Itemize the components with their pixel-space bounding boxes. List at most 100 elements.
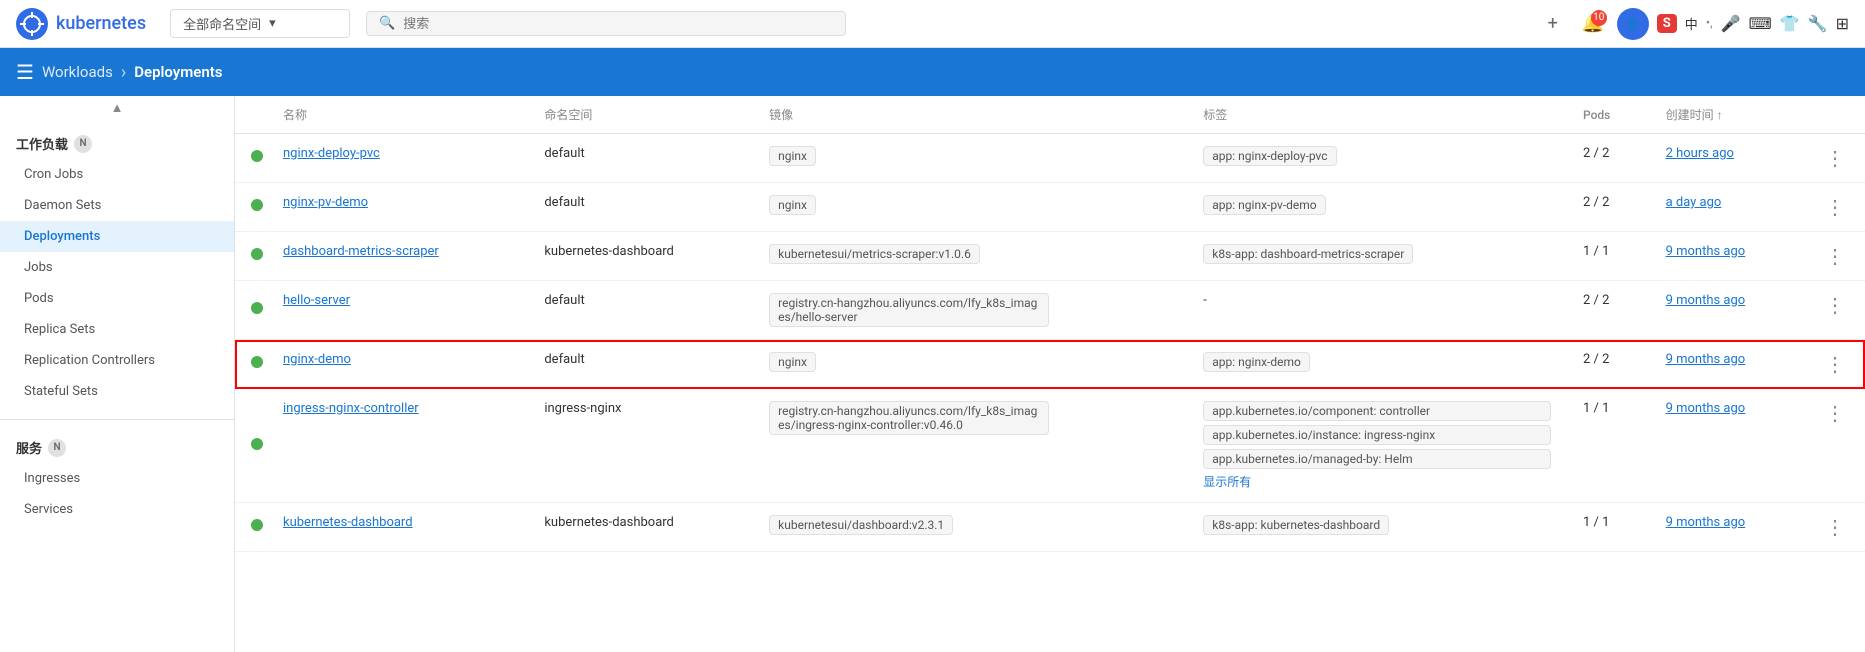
- th-time[interactable]: 创建时间 ↑: [1650, 96, 1805, 134]
- mic-icon: 🎤: [1721, 14, 1741, 33]
- pods-cell: 2 / 2: [1567, 183, 1650, 232]
- notification-button[interactable]: 🔔 10: [1577, 8, 1609, 40]
- deployment-name-link[interactable]: kubernetes-dashboard: [283, 515, 413, 530]
- name-cell: nginx-demo: [267, 340, 528, 389]
- sidebar-item-daemon-sets[interactable]: Daemon Sets: [0, 190, 234, 221]
- service-section-label: 服务: [16, 438, 42, 457]
- name-cell: nginx-deploy-pvc: [267, 134, 528, 183]
- namespace-selector[interactable]: 全部命名空间 ▾: [170, 9, 350, 38]
- image-badge: registry.cn-hangzhou.aliyuncs.com/lfy_k8…: [769, 293, 1049, 327]
- more-cell: ⋮: [1805, 503, 1865, 552]
- namespace-cell: default: [528, 183, 753, 232]
- status-cell: [235, 232, 267, 281]
- user-avatar[interactable]: 👤: [1617, 8, 1649, 40]
- more-actions-button[interactable]: ⋮: [1821, 348, 1849, 380]
- sogou-dots: •,: [1706, 16, 1713, 31]
- th-image[interactable]: 镜像: [753, 96, 1187, 134]
- time-value[interactable]: 9 months ago: [1666, 244, 1746, 259]
- th-namespace[interactable]: 命名空间: [528, 96, 753, 134]
- more-actions-button[interactable]: ⋮: [1821, 397, 1849, 429]
- th-labels[interactable]: 标签: [1187, 96, 1567, 134]
- more-cell: ⋮: [1805, 389, 1865, 503]
- pods-cell: 2 / 2: [1567, 134, 1650, 183]
- more-actions-button[interactable]: ⋮: [1821, 511, 1849, 543]
- status-cell: [235, 281, 267, 340]
- deployment-name-link[interactable]: ingress-nginx-controller: [283, 401, 419, 416]
- status-cell: [235, 340, 267, 389]
- logo-text: kubernetes: [56, 13, 146, 34]
- breadcrumb-workloads[interactable]: Workloads: [42, 63, 113, 81]
- namespace-cell: kubernetes-dashboard: [528, 503, 753, 552]
- breadcrumb-bar: ☰ Workloads › Deployments: [0, 48, 1865, 96]
- deployment-name-link[interactable]: dashboard-metrics-scraper: [283, 244, 439, 259]
- time-cell: 9 months ago: [1650, 389, 1805, 503]
- more-actions-button[interactable]: ⋮: [1821, 142, 1849, 174]
- sidebar-item-pods[interactable]: Pods: [0, 283, 234, 314]
- table-row: ingress-nginx-controller ingress-nginx r…: [235, 389, 1865, 503]
- table-row: kubernetes-dashboard kubernetes-dashboar…: [235, 503, 1865, 552]
- service-section-header: 服务 N: [0, 432, 234, 463]
- th-name[interactable]: 名称: [267, 96, 528, 134]
- more-actions-button[interactable]: ⋮: [1821, 240, 1849, 272]
- status-dot: [251, 519, 263, 531]
- image-badge: nginx: [769, 352, 816, 372]
- time-cell: 9 months ago: [1650, 340, 1805, 389]
- deployment-name-link[interactable]: nginx-demo: [283, 352, 351, 367]
- time-value[interactable]: 9 months ago: [1666, 401, 1746, 416]
- pods-cell: 2 / 2: [1567, 281, 1650, 340]
- image-cell: nginx: [753, 134, 1187, 183]
- sidebar-item-replication-controllers[interactable]: Replication Controllers: [0, 345, 234, 376]
- show-all-link[interactable]: 显示所有: [1203, 473, 1551, 490]
- deployment-name-link[interactable]: nginx-pv-demo: [283, 195, 368, 210]
- label-badge: k8s-app: kubernetes-dashboard: [1203, 515, 1389, 535]
- name-cell: ingress-nginx-controller: [267, 389, 528, 503]
- search-input[interactable]: [403, 16, 833, 31]
- sidebar-item-jobs[interactable]: Jobs: [0, 252, 234, 283]
- label-badge: app: nginx-deploy-pvc: [1203, 146, 1336, 166]
- th-pods[interactable]: Pods: [1567, 96, 1650, 134]
- sidebar-item-deployments[interactable]: Deployments: [0, 221, 234, 252]
- table-row: nginx-deploy-pvc default nginx app: ngin…: [235, 134, 1865, 183]
- sidebar-item-replica-sets[interactable]: Replica Sets: [0, 314, 234, 345]
- image-badge: nginx: [769, 146, 816, 166]
- more-actions-button[interactable]: ⋮: [1821, 191, 1849, 223]
- time-value[interactable]: 9 months ago: [1666, 352, 1746, 367]
- add-button[interactable]: +: [1537, 8, 1569, 40]
- pods-cell: 2 / 2: [1567, 340, 1650, 389]
- status-cell: [235, 134, 267, 183]
- sidebar: ▲ 工作负载 N Cron Jobs Daemon Sets Deploymen…: [0, 96, 235, 652]
- namespace-label: 全部命名空间: [183, 14, 261, 33]
- sidebar-item-services[interactable]: Services: [0, 494, 234, 525]
- sidebar-item-cron-jobs[interactable]: Cron Jobs: [0, 159, 234, 190]
- sidebar-item-jobs-label: Jobs: [24, 260, 53, 275]
- status-cell: [235, 389, 267, 503]
- tools-icon: 🔧: [1808, 14, 1828, 33]
- namespace-cell: kubernetes-dashboard: [528, 232, 753, 281]
- sidebar-divider: [0, 419, 234, 420]
- time-value[interactable]: 2 hours ago: [1666, 146, 1734, 161]
- notification-badge: 10: [1591, 10, 1607, 26]
- deployment-name-link[interactable]: nginx-deploy-pvc: [283, 146, 380, 161]
- deployment-name-link[interactable]: hello-server: [283, 293, 350, 308]
- label-badge: app: nginx-pv-demo: [1203, 195, 1325, 215]
- sidebar-item-stateful-sets[interactable]: Stateful Sets: [0, 376, 234, 407]
- sidebar-item-ingresses[interactable]: Ingresses: [0, 463, 234, 494]
- workloads-badge: N: [74, 135, 92, 153]
- menu-icon[interactable]: ☰: [16, 60, 34, 84]
- time-cell: 9 months ago: [1650, 281, 1805, 340]
- status-dot: [251, 302, 263, 314]
- namespace-value: default: [544, 146, 584, 161]
- more-actions-button[interactable]: ⋮: [1821, 289, 1849, 321]
- table-row: nginx-pv-demo default nginx app: nginx-p…: [235, 183, 1865, 232]
- time-value[interactable]: 9 months ago: [1666, 515, 1746, 530]
- scroll-up-button[interactable]: ▲: [0, 96, 234, 120]
- service-badge: N: [48, 439, 66, 457]
- time-value[interactable]: a day ago: [1666, 195, 1722, 210]
- pods-count: 1 / 1: [1583, 401, 1609, 416]
- namespace-value: default: [544, 352, 584, 367]
- sidebar-item-services-label: Services: [24, 502, 73, 517]
- time-value[interactable]: 9 months ago: [1666, 293, 1746, 308]
- label-badge-1: app.kubernetes.io/instance: ingress-ngin…: [1203, 425, 1551, 445]
- sidebar-item-stateful-sets-label: Stateful Sets: [24, 384, 98, 399]
- status-dot: [251, 248, 263, 260]
